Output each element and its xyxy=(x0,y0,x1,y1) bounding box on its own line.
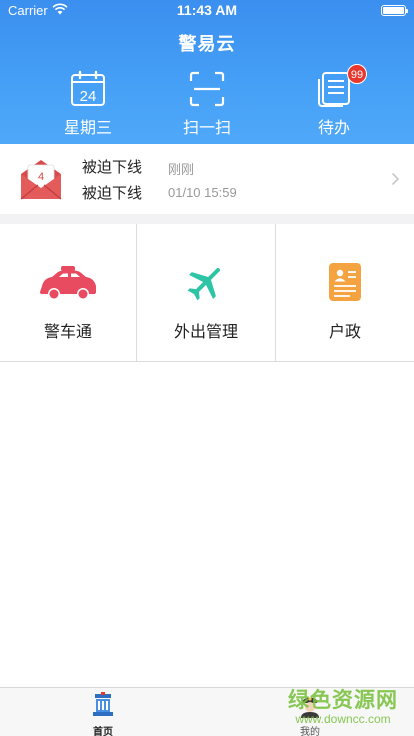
id-card-icon xyxy=(329,263,361,301)
clock: 11:43 AM xyxy=(176,2,238,18)
envelope-icon: 4 xyxy=(20,160,62,200)
header: Carrier 11:43 AM 警易云 24 星期三 扫一扫 99 待办 xyxy=(0,0,414,144)
watermark: 绿色资源网 www.downcc.com xyxy=(288,684,398,726)
app-label-outing: 外出管理 xyxy=(173,322,238,341)
watermark-url: www.downcc.com xyxy=(295,712,391,726)
message-title-1: 被迫下线 xyxy=(82,158,143,176)
police-car-icon xyxy=(40,266,96,300)
message-title-2: 被迫下线 xyxy=(82,184,143,202)
weekday-label: 星期三 xyxy=(63,118,112,137)
app-label-household: 户政 xyxy=(328,322,361,341)
scan-button[interactable]: 扫一扫 xyxy=(157,70,257,138)
tab-home[interactable]: 首页 xyxy=(53,692,153,736)
calendar-day: 24 xyxy=(80,88,97,105)
app-screen: Carrier 11:43 AM 警易云 24 星期三 扫一扫 99 待办 4 … xyxy=(0,0,414,736)
tab-home-label: 首页 xyxy=(93,727,113,736)
police-station-icon xyxy=(93,692,113,716)
calendar-icon: 24 xyxy=(71,70,105,106)
battery-icon xyxy=(381,5,408,16)
message-card[interactable]: 4 被迫下线 刚刚 被迫下线 01/10 15:59 xyxy=(0,144,414,214)
envelope-number: 4 xyxy=(38,171,44,183)
app-title: 警易云 xyxy=(178,34,236,55)
airplane-icon xyxy=(187,267,221,301)
scan-icon xyxy=(189,71,225,107)
date-button[interactable]: 24 星期三 xyxy=(38,70,138,138)
todo-count-badge: 99 xyxy=(347,64,367,84)
section-divider xyxy=(0,214,414,224)
todo-label: 待办 xyxy=(317,118,350,137)
scan-label: 扫一扫 xyxy=(182,118,231,137)
todo-button[interactable]: 99 待办 xyxy=(284,64,384,138)
app-household-registration[interactable]: 户政 xyxy=(276,224,414,361)
chevron-right-icon xyxy=(391,172,400,186)
watermark-text: 绿色资源网 xyxy=(288,688,398,712)
app-outing-management[interactable]: 外出管理 xyxy=(137,224,276,361)
message-time-2: 01/10 15:59 xyxy=(168,185,237,200)
app-grid: 警车通 外出管理 户政 xyxy=(0,224,414,362)
app-label-police-car: 警车通 xyxy=(43,322,92,341)
status-bar: Carrier 11:43 AM xyxy=(0,0,414,20)
message-time-1: 刚刚 xyxy=(168,162,195,177)
app-police-car[interactable]: 警车通 xyxy=(0,224,137,361)
